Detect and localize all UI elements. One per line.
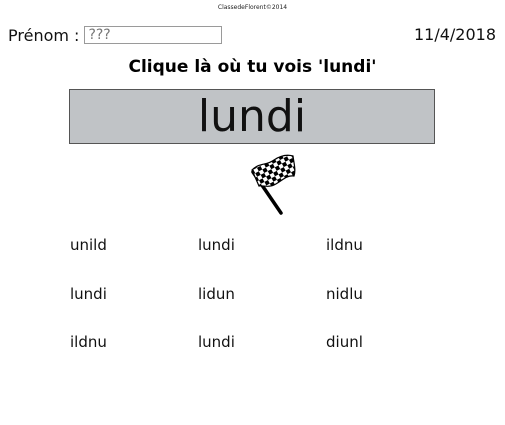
choice-word[interactable]: ildnu bbox=[70, 332, 107, 352]
student-name-row: Prénom : bbox=[8, 24, 223, 46]
choice-word[interactable]: nidlu bbox=[326, 284, 363, 304]
choice-word[interactable]: lidun bbox=[198, 284, 235, 304]
checkered-flag-icon bbox=[251, 154, 296, 215]
copyright-text: ClassedeFlorent©2014 bbox=[217, 4, 288, 11]
date-display: 11/4/2018 bbox=[413, 25, 496, 44]
instruction-text: Clique là où tu vois 'lundi' bbox=[128, 57, 377, 77]
choice-word[interactable]: lundi bbox=[70, 284, 107, 304]
choice-word[interactable]: unild bbox=[70, 235, 107, 255]
choice-word[interactable]: lundi bbox=[198, 332, 235, 352]
choice-word[interactable]: ildnu bbox=[326, 235, 363, 255]
first-name-input[interactable] bbox=[84, 26, 223, 44]
choice-word[interactable]: diunl bbox=[326, 332, 363, 352]
target-word: lundi bbox=[197, 90, 307, 142]
target-word-box: lundi bbox=[69, 89, 435, 144]
first-name-label: Prénom : bbox=[8, 25, 80, 45]
choice-word[interactable]: lundi bbox=[198, 235, 235, 255]
